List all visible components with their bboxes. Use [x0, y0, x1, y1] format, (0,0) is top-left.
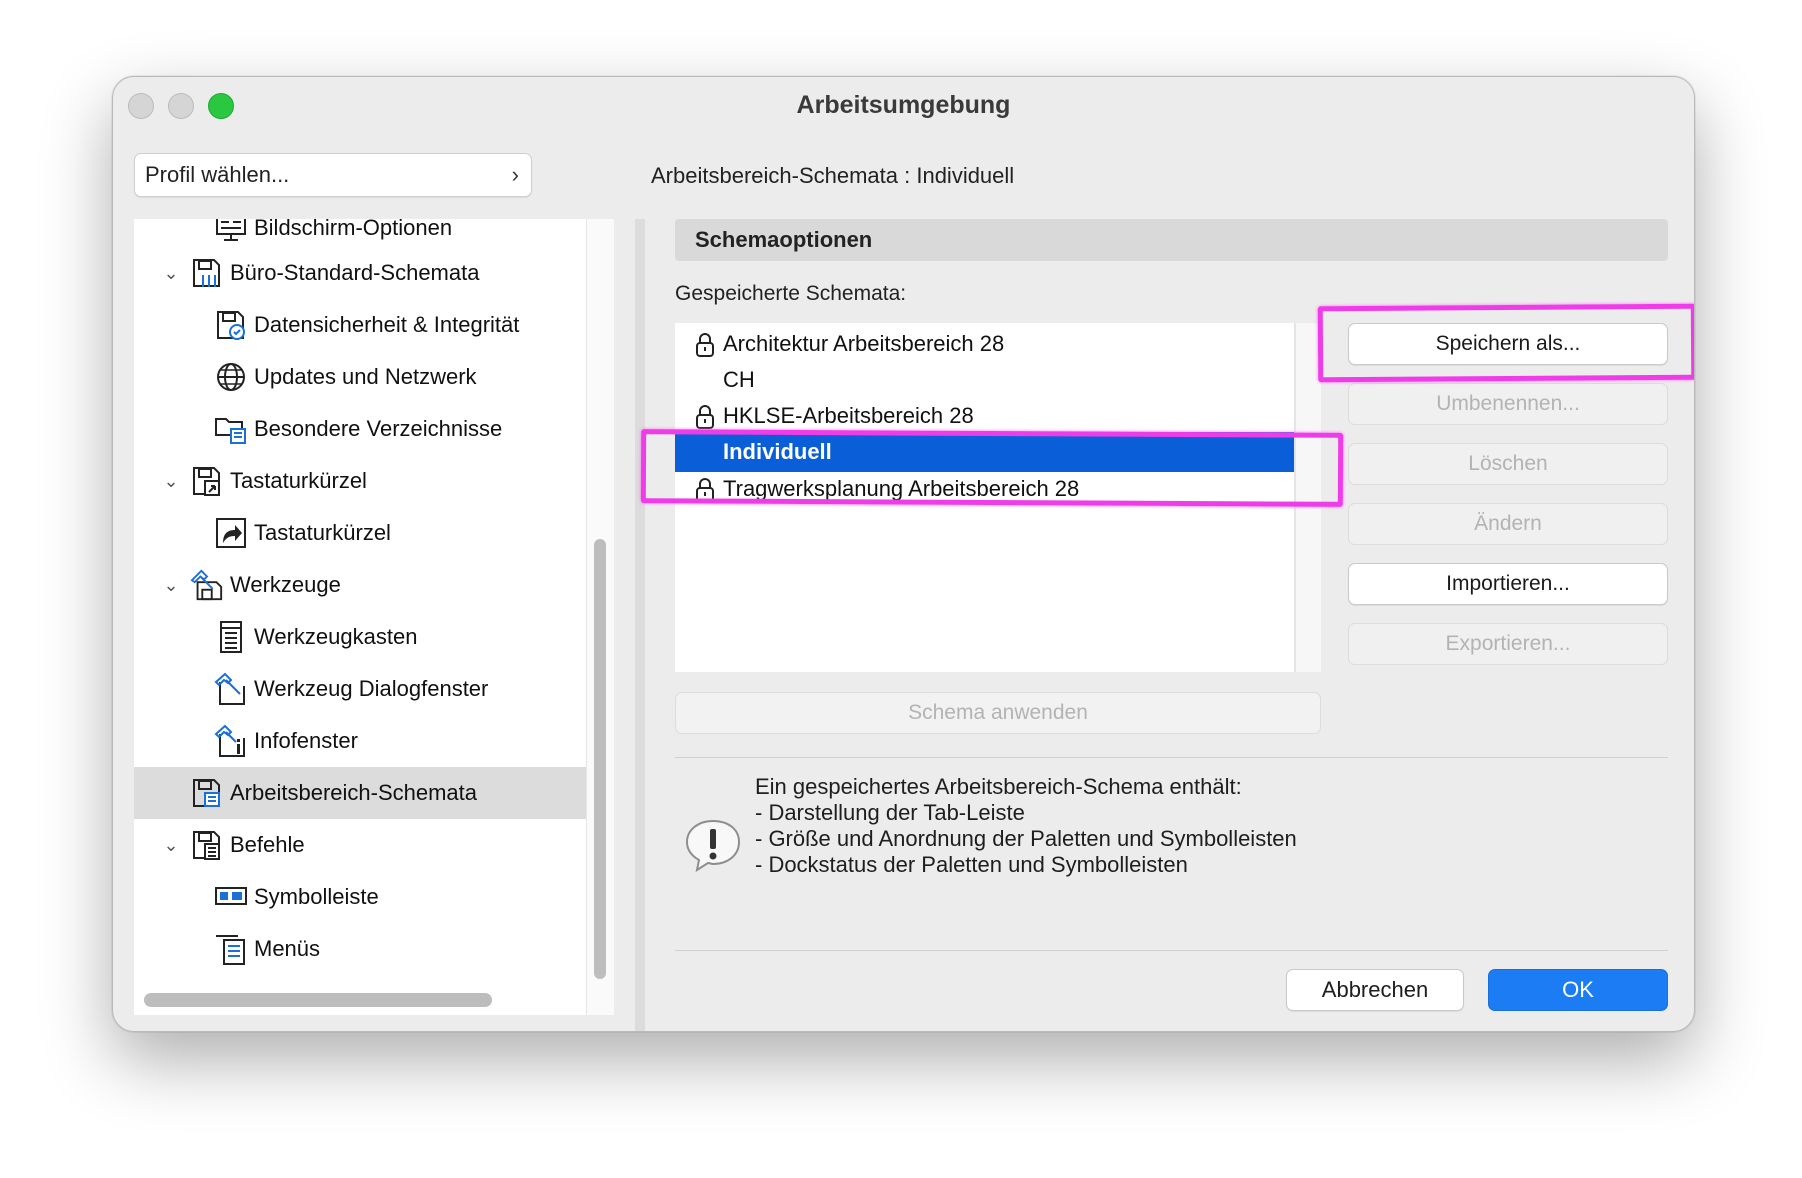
chevron-down-icon[interactable]: ⌄	[160, 263, 182, 284]
scheme-label: CH	[723, 367, 755, 392]
settings-tree: Bildschirm-Optionen ⌄ Büro-Standard-Sche…	[134, 219, 586, 1015]
tree-item-updates-netzwerk[interactable]: Updates und Netzwerk	[134, 351, 586, 403]
tree-item-befehle[interactable]: ⌄ Befehle	[134, 819, 586, 871]
menus-icon	[214, 932, 248, 966]
commands-icon	[190, 828, 224, 862]
tool-dialog-icon	[214, 672, 248, 706]
chevron-right-icon: ›	[511, 162, 519, 187]
divider	[675, 757, 1668, 758]
tree-item-menues[interactable]: Menüs	[134, 923, 586, 975]
tree-item-arbeitsbereich-schemata[interactable]: Arbeitsbereich-Schemata	[134, 767, 586, 819]
tree-item-tastaturkuerzel-group[interactable]: ⌄ Tastaturkürzel	[134, 455, 586, 507]
tree-item-infofenster[interactable]: Infofenster	[134, 715, 586, 767]
info-line: - Dockstatus der Paletten und Symbolleis…	[755, 852, 1188, 877]
tree-item-symbolleiste[interactable]: Symbolleiste	[134, 871, 586, 923]
import-button[interactable]: Importieren...	[1348, 563, 1668, 605]
monitor-options-icon	[214, 219, 248, 245]
tools-schemes-icon	[190, 568, 224, 602]
tree-item-besondere-verzeichnisse[interactable]: Besondere Verzeichnisse	[134, 403, 586, 455]
info-line: - Darstellung der Tab-Leiste	[755, 800, 1025, 825]
workspace-schemes-icon	[190, 776, 224, 810]
lock-icon	[696, 333, 714, 357]
tree-item-label: Werkzeuge	[230, 572, 341, 597]
tree-horizontal-scrollbar[interactable]	[144, 993, 492, 1007]
chevron-down-icon[interactable]: ⌄	[160, 471, 182, 492]
window-title: Arbeitsumgebung	[796, 91, 1011, 119]
ok-button[interactable]: OK	[1488, 969, 1668, 1011]
tree-item-werkzeuge[interactable]: ⌄ Werkzeuge	[134, 559, 586, 611]
divider	[675, 950, 1668, 951]
section-title: Schemaoptionen	[675, 219, 1668, 261]
profile-select-label: Profil wählen...	[145, 162, 290, 187]
apply-scheme-button[interactable]: Schema anwenden	[675, 692, 1321, 734]
panel-header: Arbeitsbereich-Schemata : Individuell	[651, 163, 1015, 188]
tree-item-label: Tastaturkürzel	[254, 520, 391, 545]
shortcut-arrow-icon	[214, 516, 248, 550]
tree-item-label: Bildschirm-Optionen	[254, 219, 453, 240]
tree-item-werkzeug-dialogfenster[interactable]: Werkzeug Dialogfenster	[134, 663, 586, 715]
exclamation-bubble-icon	[685, 819, 741, 873]
title-bar[interactable]: Arbeitsumgebung	[113, 77, 1694, 135]
info-line: Ein gespeichertes Arbeitsbereich-Schema …	[755, 774, 1242, 799]
lock-icon	[696, 405, 714, 429]
scheme-label: Architektur Arbeitsbereich 28	[723, 331, 1005, 356]
change-button[interactable]: Ändern	[1348, 503, 1668, 545]
tree-item-label: Infofenster	[254, 728, 358, 753]
scheme-label: HKLSE-Arbeitsbereich 28	[723, 403, 974, 428]
tree-item-label: Menüs	[254, 936, 321, 961]
tree-item-label: Arbeitsbereich-Schemata	[230, 780, 478, 805]
tree-item-label: Besondere Verzeichnisse	[254, 416, 503, 441]
folders-icon	[214, 412, 248, 446]
office-schemes-icon	[190, 256, 224, 290]
cancel-button[interactable]: Abbrechen	[1286, 969, 1464, 1011]
tree-item-label: Werkzeugkasten	[254, 624, 418, 649]
tree-item-tastaturkuerzel[interactable]: Tastaturkürzel	[134, 507, 586, 559]
toolbox-icon	[214, 620, 248, 654]
rename-button[interactable]: Umbenennen...	[1348, 383, 1668, 425]
tree-item-label: Tastaturkürzel	[230, 468, 367, 493]
export-button[interactable]: Exportieren...	[1348, 623, 1668, 665]
tree-item-buero-standard-schemata[interactable]: ⌄ Büro-Standard-Schemata	[134, 247, 586, 299]
tree-item-label: Symbolleiste	[254, 884, 379, 909]
delete-button[interactable]: Löschen	[1348, 443, 1668, 485]
tree-item-datensicherheit[interactable]: Datensicherheit & Integrität	[134, 299, 586, 351]
tree-item-label: Werkzeug Dialogfenster	[254, 676, 489, 701]
profile-select-button[interactable]: Profil wählen... ›	[134, 153, 532, 197]
tree-vertical-scrollbar[interactable]	[594, 539, 606, 979]
saved-schemes-label: Gespeicherte Schemata:	[675, 282, 907, 305]
keyboard-schemes-icon	[190, 464, 224, 498]
data-safety-icon	[214, 308, 248, 342]
panel-splitter[interactable]	[635, 219, 645, 1031]
info-box-icon	[214, 724, 248, 758]
annotation-highlight-individuell	[640, 429, 1344, 507]
tree-item-label: Datensicherheit & Integrität	[254, 312, 520, 337]
annotation-highlight-save-as	[1317, 303, 1694, 383]
toolbar-icon	[214, 880, 248, 914]
tree-item-werkzeugkasten[interactable]: Werkzeugkasten	[134, 611, 586, 663]
tree-vertical-scrollbar-track[interactable]	[586, 219, 614, 1015]
info-line: - Größe und Anordnung der Paletten und S…	[755, 826, 1297, 851]
globe-icon	[214, 360, 248, 394]
tree-item-label: Büro-Standard-Schemata	[230, 260, 480, 285]
preferences-window: Arbeitsumgebung Profil wählen... › Bilds…	[112, 76, 1695, 1032]
tree-item-label: Updates und Netzwerk	[254, 364, 477, 389]
chevron-down-icon[interactable]: ⌄	[160, 835, 182, 856]
chevron-down-icon[interactable]: ⌄	[160, 575, 182, 596]
info-text: Ein gespeichertes Arbeitsbereich-Schema …	[755, 774, 1297, 878]
tree-item-label: Befehle	[230, 832, 305, 857]
